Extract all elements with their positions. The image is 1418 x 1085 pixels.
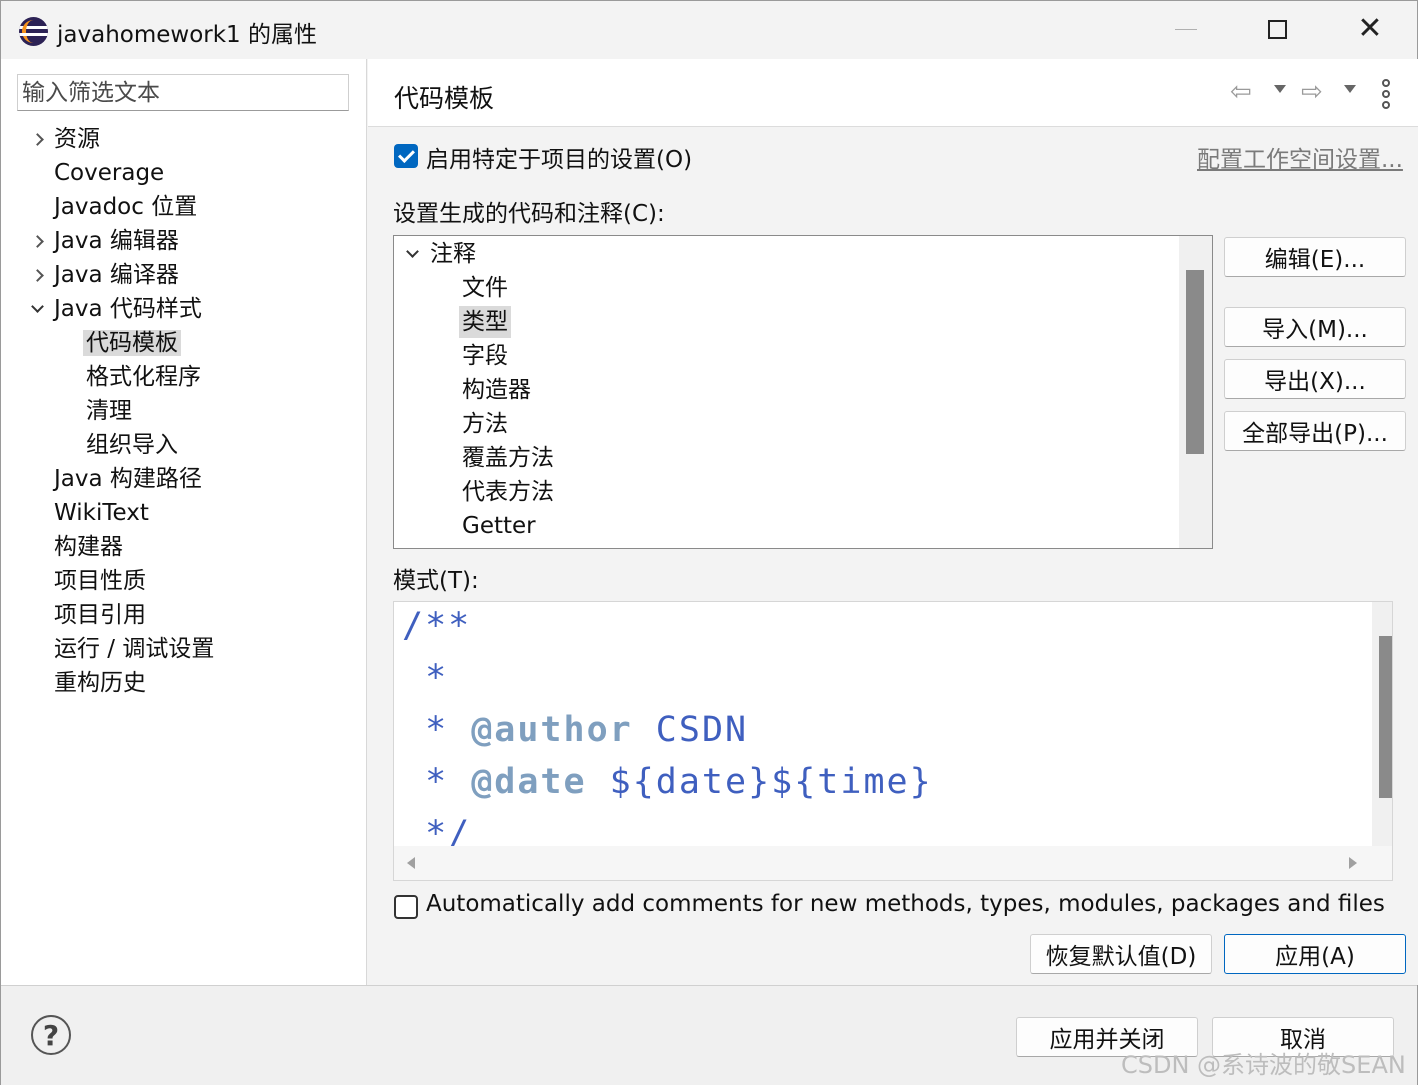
tree-item-project-natures[interactable]: 项目性质 (54, 565, 146, 597)
maximize-icon (1267, 19, 1287, 39)
pattern-label: 模式(T): (393, 568, 479, 594)
chevron-right-icon[interactable] (29, 123, 45, 155)
maximize-button[interactable] (1254, 9, 1300, 49)
tree-item-coverage[interactable]: Coverage (54, 157, 164, 189)
template-item-delegate-methods[interactable]: 代表方法 (462, 476, 554, 508)
auto-comments-checkbox[interactable] (394, 895, 418, 919)
code-line: * @date ${date}${time} (402, 762, 933, 802)
tree-item-organize-imports[interactable]: 组织导入 (86, 429, 178, 461)
page-header: 代码模板 ⇦ ⇨ (368, 59, 1418, 127)
tree-item-label: 格式化程序 (86, 364, 201, 390)
template-group-label: 注释 (430, 241, 476, 267)
pattern-viewer[interactable]: /** * * @author CSDN * @date ${date}${ti… (393, 601, 1393, 881)
tree-item-run-debug-settings[interactable]: 运行 / 调试设置 (54, 633, 214, 665)
pattern-hscrollbar[interactable] (394, 846, 1372, 880)
tree-item-clean-up[interactable]: 清理 (86, 395, 132, 427)
tree-item-label: 项目性质 (54, 568, 146, 594)
tree-item-label: 代码模板 (83, 330, 181, 356)
tree-item-builders[interactable]: 构建器 (54, 531, 123, 563)
tree-item-wikitext[interactable]: WikiText (54, 497, 149, 529)
tree-item-label: 构建器 (54, 534, 123, 560)
minimize-button[interactable] (1163, 9, 1209, 49)
scroll-left-icon[interactable] (407, 857, 415, 869)
page-title: 代码模板 (394, 84, 495, 113)
templates-tree[interactable]: 注释 文件 类型 字段 构造器 方法 覆盖方法 代表方法 Getter (393, 235, 1213, 549)
tree-item-javadoc-location[interactable]: Javadoc 位置 (54, 191, 197, 223)
restore-defaults-button[interactable]: 恢复默认值(D) (1030, 934, 1212, 974)
tree-item-java-build-path[interactable]: Java 构建路径 (54, 463, 202, 495)
help-icon[interactable]: ? (31, 1015, 71, 1055)
tree-item-project-references[interactable]: 项目引用 (54, 599, 146, 631)
view-menu-icon[interactable] (1380, 79, 1392, 109)
forward-arrow-icon[interactable]: ⇨ (1301, 77, 1323, 107)
tree-item-label: 重构历史 (54, 670, 146, 696)
pattern-vscrollbar-thumb[interactable] (1379, 636, 1392, 798)
tree-item-label: 组织导入 (86, 432, 178, 458)
tree-item-label: 项目引用 (54, 602, 146, 628)
template-item-getter[interactable]: Getter (462, 510, 536, 542)
export-all-button[interactable]: 全部导出(P)... (1224, 411, 1406, 451)
close-icon: ✕ (1357, 11, 1383, 46)
back-dropdown-icon[interactable] (1274, 85, 1286, 93)
enable-project-settings-checkbox[interactable] (394, 144, 418, 168)
tree-item-label: Coverage (54, 160, 165, 186)
templates-scrollbar[interactable] (1179, 236, 1212, 548)
watermark: CSDN @系诗波的敬SEAN (1121, 1051, 1406, 1079)
scroll-right-icon[interactable] (1349, 857, 1357, 869)
chevron-right-icon[interactable] (29, 259, 45, 291)
tree-item-label: 清理 (86, 398, 132, 424)
code-line: /** (402, 606, 472, 646)
template-item-methods[interactable]: 方法 (462, 408, 508, 440)
template-item-overriding-methods[interactable]: 覆盖方法 (462, 442, 554, 474)
code-line: * @author CSDN (402, 710, 748, 750)
pattern-text[interactable]: /** * * @author CSDN * @date ${date}${ti… (394, 602, 1372, 854)
code-text: ${date}${time} (586, 762, 933, 802)
code-prefix: * (402, 710, 472, 750)
code-line: * (402, 658, 449, 698)
properties-dialog: javahomework1 的属性 ✕ 资源 Coverage Javadoc … (0, 0, 1418, 1085)
apply-button[interactable]: 应用(A) (1224, 934, 1406, 974)
auto-comments-label[interactable]: Automatically add comments for new metho… (426, 891, 1385, 917)
code-text: CSDN (632, 710, 749, 750)
tree-item-label: 运行 / 调试设置 (54, 636, 215, 662)
title-bar: javahomework1 的属性 ✕ (1, 1, 1417, 59)
enable-project-settings-label[interactable]: 启用特定于项目的设置(O) (426, 140, 692, 174)
close-button[interactable]: ✕ (1347, 9, 1393, 49)
eclipse-logo-icon (19, 17, 48, 46)
chevron-down-icon[interactable] (29, 293, 45, 325)
edit-button[interactable]: 编辑(E)... (1224, 237, 1406, 277)
tree-item-label: Javadoc 位置 (54, 194, 198, 220)
chevron-down-icon[interactable] (404, 238, 420, 270)
configure-workspace-link[interactable]: 配置工作空间设置... (1197, 140, 1403, 174)
code-tag-date: @date (471, 762, 587, 802)
import-button[interactable]: 导入(M)... (1224, 307, 1406, 347)
tree-item-label: WikiText (54, 500, 149, 526)
template-item-files[interactable]: 文件 (462, 272, 508, 304)
templates-scrollbar-thumb[interactable] (1186, 270, 1204, 454)
template-item-fields[interactable]: 字段 (462, 340, 508, 372)
preference-page: 代码模板 ⇦ ⇨ 启用特定于项目的设置(O) 配置工作空间设置... 设置生成的… (368, 59, 1418, 985)
export-button[interactable]: 导出(X)... (1224, 359, 1406, 399)
code-tag-author: @author (471, 710, 633, 750)
tree-item-code-templates[interactable]: 代码模板 (83, 327, 181, 359)
forward-dropdown-icon[interactable] (1344, 85, 1356, 93)
tree-item-label: Java 代码样式 (54, 296, 202, 322)
window-title: javahomework1 的属性 (57, 22, 317, 48)
templates-label: 设置生成的代码和注释(C): (393, 201, 665, 227)
back-arrow-icon[interactable]: ⇦ (1230, 77, 1252, 107)
tree-item-label: Java 编译器 (54, 262, 179, 288)
pattern-vscrollbar[interactable] (1372, 602, 1392, 846)
code-prefix: * (402, 762, 472, 802)
filter-input[interactable] (17, 74, 349, 111)
minimize-icon (1175, 28, 1197, 30)
template-item-constructors[interactable]: 构造器 (462, 374, 531, 406)
template-item-types[interactable]: 类型 (459, 306, 511, 338)
preferences-nav-pane: 资源 Coverage Javadoc 位置 Java 编辑器 Java 编译器… (1, 59, 367, 985)
tree-item-label: Java 构建路径 (54, 466, 202, 492)
chevron-right-icon[interactable] (29, 225, 45, 257)
tree-item-label: Java 编辑器 (54, 228, 179, 254)
tree-item-formatter[interactable]: 格式化程序 (86, 361, 201, 393)
tree-item-refactoring-history[interactable]: 重构历史 (54, 667, 146, 699)
tree-item-label: 资源 (54, 126, 100, 152)
